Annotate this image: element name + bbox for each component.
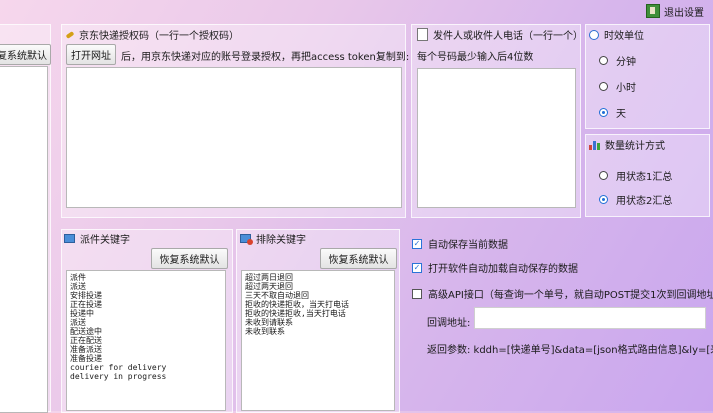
exclude-restore-default-button[interactable]: 恢复系统默认	[320, 248, 397, 269]
exit-settings-button[interactable]: 退出设置	[646, 3, 708, 19]
callback-url-input[interactable]	[474, 307, 706, 329]
monitor-remove-icon	[240, 234, 253, 245]
left-restore-default-button[interactable]: 复系统默认	[0, 44, 51, 65]
exclude-keywords-textarea[interactable]: 超过两日退回 超过两天退回 三天不取自动退回 拒收的快递拒收，当天打电话 拒收的…	[241, 270, 395, 411]
autosave-checkbox[interactable]: ✓	[412, 238, 422, 249]
count-mode-option-1[interactable]: 用状态1汇总	[599, 168, 672, 183]
exclude-keywords-title: 排除关键字	[240, 231, 306, 246]
autoload-option[interactable]: ✓ 打开软件自动加载自动保存的数据	[412, 260, 578, 275]
left-restore-label: 复系统默认	[0, 51, 47, 62]
time-unit-option-hour[interactable]: 小时	[599, 79, 636, 94]
time-unit-title-text: 时效单位	[604, 31, 644, 42]
time-unit-hour-label: 小时	[616, 83, 636, 94]
dispatch-restore-default-button[interactable]: 恢复系统默认	[151, 248, 228, 269]
phone-textarea[interactable]	[417, 68, 576, 208]
dispatch-restore-label: 恢复系统默认	[159, 255, 220, 266]
left-partial-textarea[interactable]	[0, 66, 48, 413]
dispatch-keywords-textarea[interactable]: 派件 派送 安排投递 正在投递 投递中 派送 配送途中 正在配送 准备派送 准备…	[66, 270, 226, 411]
count-mode-title-text: 数量统计方式	[605, 141, 665, 152]
key-icon	[65, 30, 75, 39]
autoload-label: 打开软件自动加载自动保存的数据	[428, 264, 578, 275]
dispatch-keywords-title-text: 派件关键字	[80, 235, 130, 246]
callback-url-label: 回调地址:	[427, 318, 471, 329]
radio-status1[interactable]	[599, 171, 608, 180]
time-unit-option-minute[interactable]: 分钟	[599, 53, 636, 68]
document-icon	[417, 28, 428, 41]
radio-hour[interactable]	[599, 82, 608, 91]
count-mode-option2-label: 用状态2汇总	[616, 196, 673, 207]
jd-auth-title-text: 京东快递授权码（一行一个授权码）	[79, 31, 239, 42]
phone-title-text: 发件人或收件人电话（一行一个）	[433, 31, 583, 42]
time-unit-minute-label: 分钟	[616, 57, 636, 68]
exclude-restore-label: 恢复系统默认	[328, 255, 389, 266]
time-unit-day-label: 天	[616, 109, 626, 120]
radio-day[interactable]	[599, 108, 608, 117]
jd-instruction-text: 后，用京东快递对应的账号登录授权，再把access token复制到:	[121, 52, 410, 63]
jd-auth-title: 京东快递授权码（一行一个授权码）	[65, 27, 239, 42]
autosave-label: 自动保存当前数据	[428, 240, 508, 251]
api-checkbox[interactable]	[412, 288, 422, 299]
monitor-icon	[64, 234, 75, 243]
phone-title: 发件人或收件人电话（一行一个）	[417, 27, 583, 42]
count-mode-title: 数量统计方式	[589, 137, 665, 152]
exclude-keywords-title-text: 排除关键字	[256, 235, 306, 246]
return-params-text: 返回参数: kddh=[快递单号]&data=[json格式路由信息]&ly=[…	[427, 345, 713, 356]
autoload-checkbox[interactable]: ✓	[412, 262, 422, 273]
count-mode-option1-label: 用状态1汇总	[616, 172, 673, 183]
dispatch-keywords-title: 派件关键字	[64, 231, 130, 246]
time-unit-title: 时效单位	[589, 27, 644, 42]
clock-icon	[589, 29, 599, 40]
exit-icon	[646, 4, 660, 18]
exit-settings-label: 退出设置	[664, 7, 704, 19]
open-url-label: 打开网址	[71, 51, 111, 62]
count-mode-option-2[interactable]: 用状态2汇总	[599, 192, 672, 207]
autosave-option[interactable]: ✓ 自动保存当前数据	[412, 236, 508, 251]
phone-hint-text: 每个号码最少输入后4位数	[417, 52, 534, 63]
radio-status2[interactable]	[599, 195, 608, 204]
bar-chart-icon	[589, 140, 600, 150]
api-label: 高级API接口（每查询一个单号，就自动POST提交1次到回调地址）	[428, 290, 713, 301]
jd-auth-textarea[interactable]	[66, 67, 402, 208]
radio-minute[interactable]	[599, 56, 608, 65]
api-option[interactable]: 高级API接口（每查询一个单号，就自动POST提交1次到回调地址）	[412, 286, 713, 301]
open-url-button[interactable]: 打开网址	[66, 44, 116, 65]
time-unit-option-day[interactable]: 天	[599, 105, 626, 120]
